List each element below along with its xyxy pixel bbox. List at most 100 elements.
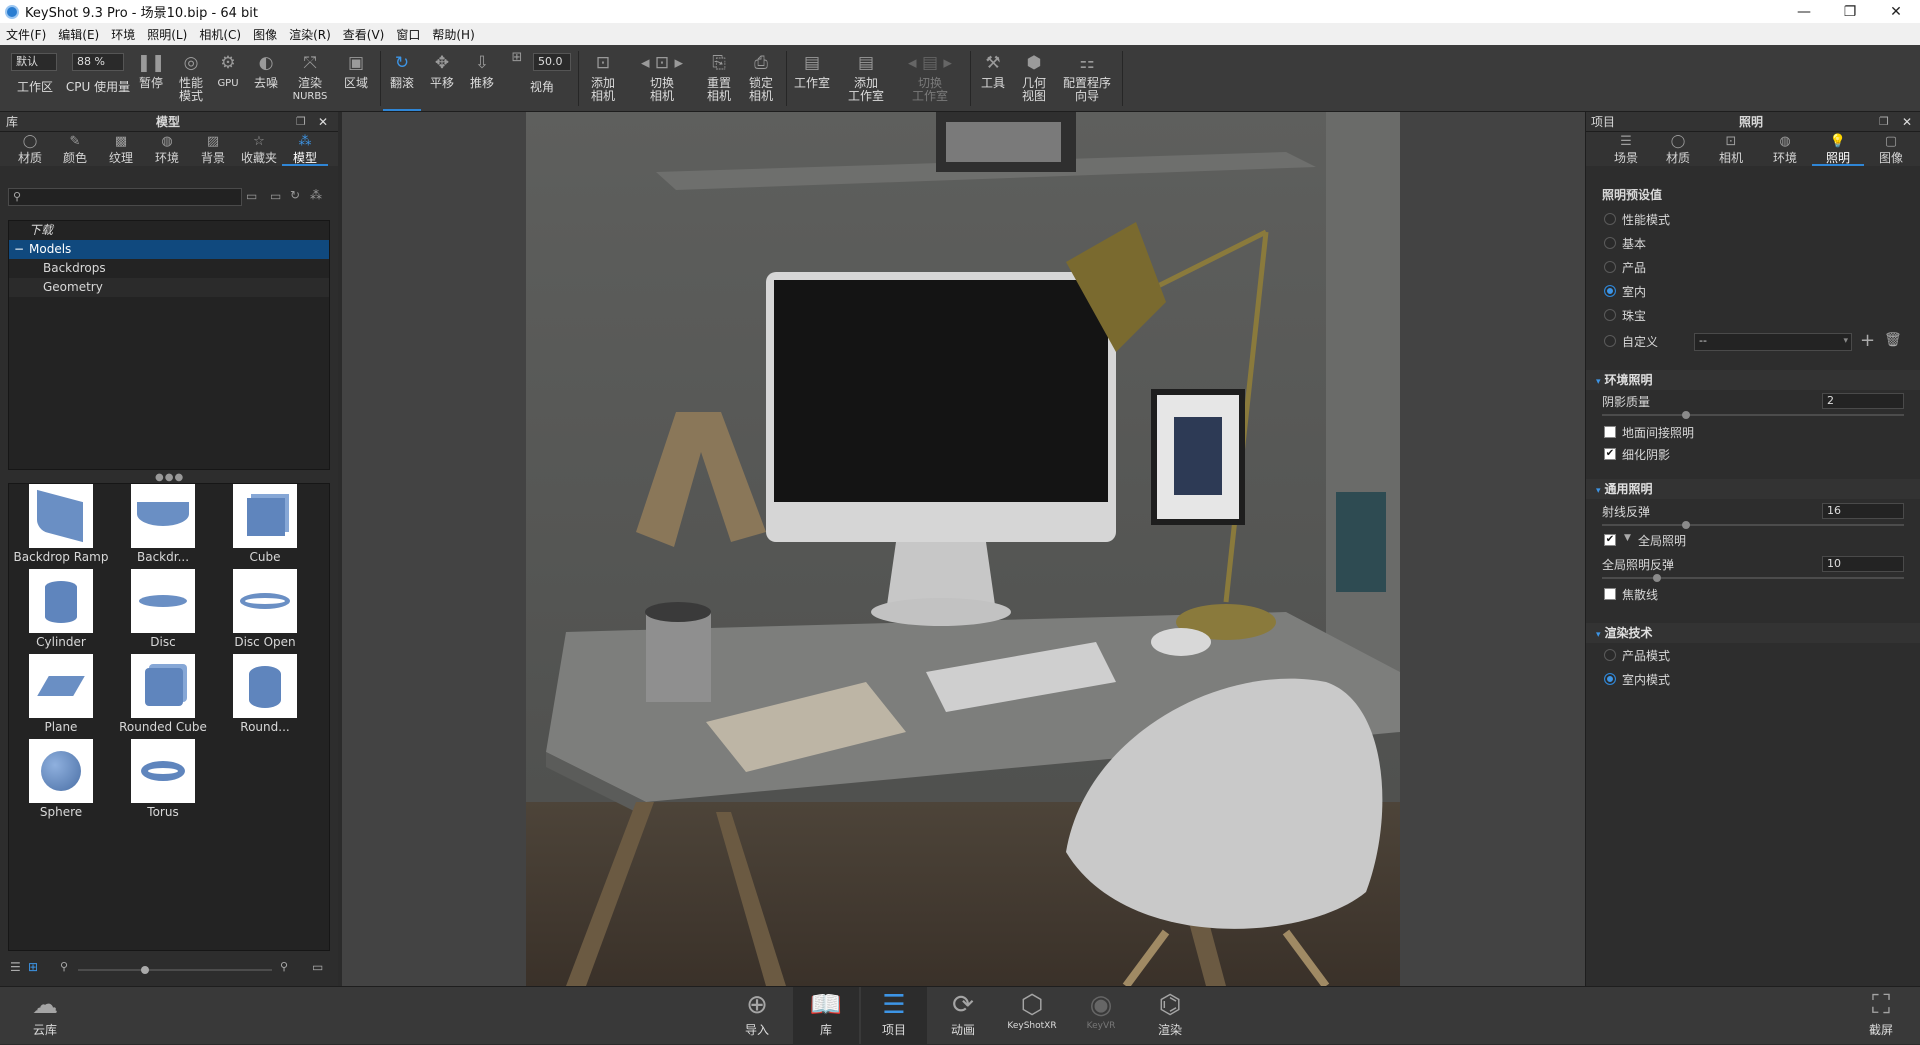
preset-jewelry[interactable]: 珠宝: [1586, 304, 1920, 328]
preset-performance[interactable]: 性能模式: [1586, 208, 1920, 232]
add-camera-button[interactable]: ⊡ 添加 相机: [584, 45, 622, 111]
region-button[interactable]: ▣ 区域: [339, 45, 373, 111]
render-nurbs-button[interactable]: ⤧ 渲染 NURBS: [290, 45, 330, 111]
folder-open-icon[interactable]: ▭: [312, 960, 323, 974]
environment-lighting-header[interactable]: ▾ 环境照明: [1586, 370, 1920, 390]
tumble-button[interactable]: ↻ 翻滚: [383, 45, 421, 111]
close-button[interactable]: ✕: [1873, 0, 1919, 23]
folder-icon[interactable]: ▭: [246, 189, 257, 203]
menu-window[interactable]: 窗口: [390, 26, 426, 43]
gi-bounces-slider[interactable]: [1602, 577, 1904, 579]
tree-item-geometry[interactable]: Geometry: [9, 278, 329, 297]
preset-radio[interactable]: [1604, 261, 1616, 273]
denoise-button[interactable]: ◐ 去噪: [249, 45, 283, 111]
library-button[interactable]: 📖 库: [793, 987, 859, 1045]
general-lighting-header[interactable]: ▾ 通用照明: [1586, 479, 1920, 499]
close-panel-icon[interactable]: ✕: [318, 115, 328, 129]
screenshot-button[interactable]: ⛶ 截屏: [1848, 987, 1914, 1045]
render-mode-radio[interactable]: [1604, 649, 1616, 661]
preset-radio[interactable]: [1604, 309, 1616, 321]
import-button[interactable]: ⊕ 导入: [724, 987, 790, 1045]
fov-input[interactable]: 50.0: [533, 53, 571, 71]
render-button[interactable]: ⌬ 渲染: [1137, 987, 1203, 1045]
keyshotxr-button[interactable]: ⬡ KeyShotXR: [999, 987, 1065, 1045]
tab-backplates[interactable]: ▨ 背景: [190, 132, 236, 166]
cpu-usage-select[interactable]: 88 %: [72, 53, 124, 71]
preset-radio-selected[interactable]: [1604, 285, 1616, 297]
render-viewport[interactable]: [342, 112, 1585, 986]
model-tile[interactable]: Plane: [11, 654, 111, 739]
grid-view-icon[interactable]: ⊞: [28, 960, 38, 974]
geometry-view-button[interactable]: ⬢ 几何 视图: [1016, 45, 1052, 111]
menu-edit[interactable]: 编辑(E): [52, 26, 105, 43]
pan-button[interactable]: ✥ 平移: [425, 45, 459, 111]
preset-basic[interactable]: 基本: [1586, 232, 1920, 256]
menu-view[interactable]: 查看(V): [337, 26, 391, 43]
close-panel-icon[interactable]: ✕: [1902, 115, 1912, 129]
shadow-quality-slider[interactable]: [1602, 414, 1904, 416]
pause-button[interactable]: ❚❚ 暂停: [134, 45, 168, 111]
undock-icon[interactable]: ❐: [1879, 115, 1889, 128]
library-search-input[interactable]: ⚲: [8, 188, 242, 206]
tab-materials[interactable]: ◯ 材质: [8, 132, 52, 166]
ray-bounces-slider[interactable]: [1602, 524, 1904, 526]
switch-camera-button[interactable]: ◂ ⊡ ▸ 切换 相机: [634, 45, 690, 111]
tab-favorites[interactable]: ☆ 收藏夹: [236, 132, 282, 166]
tab-textures[interactable]: ▩ 纹理: [98, 132, 144, 166]
product-mode-row[interactable]: 产品模式: [1586, 643, 1920, 667]
menu-render[interactable]: 渲染(R): [283, 26, 337, 43]
tab-models[interactable]: ⁂ 模型: [282, 132, 328, 166]
preset-product[interactable]: 产品: [1586, 256, 1920, 280]
gi-bounces-input[interactable]: 10: [1822, 556, 1904, 572]
restore-button[interactable]: ❐: [1827, 0, 1873, 23]
model-tile[interactable]: Backdrop Ramp: [11, 484, 111, 569]
model-tile[interactable]: Rounded Cube: [113, 654, 213, 739]
splitter-handle[interactable]: ●●●: [155, 472, 184, 483]
tab-image[interactable]: ▢ 图像: [1864, 132, 1918, 166]
tools-button[interactable]: ⚒ 工具: [976, 45, 1010, 111]
collapse-icon[interactable]: −: [14, 240, 24, 259]
menu-file[interactable]: 文件(F): [0, 26, 52, 43]
model-tile[interactable]: Round...: [215, 654, 315, 739]
global-illumination-checkbox[interactable]: ✔: [1604, 534, 1616, 546]
render-technique-header[interactable]: ▾ 渲染技术: [1586, 623, 1920, 643]
render-mode-radio-selected[interactable]: [1604, 673, 1616, 685]
preset-custom[interactable]: 自定义 -- ▾ + 🗑: [1586, 328, 1920, 356]
switch-studio-button[interactable]: ◂ ▤ ▸ 切换 工作室: [900, 45, 960, 111]
thumbnail-size-knob[interactable]: [141, 966, 149, 974]
tab-material[interactable]: ◯ 材质: [1652, 132, 1704, 166]
model-tile[interactable]: Disc: [113, 569, 213, 654]
shadow-quality-input[interactable]: 2: [1822, 393, 1904, 409]
tab-scene[interactable]: ☰ 场景: [1600, 132, 1652, 166]
gi-bounces-knob[interactable]: [1653, 574, 1661, 582]
tab-environments[interactable]: ◍ 环境: [144, 132, 190, 166]
tree-item-downloads[interactable]: 下载: [9, 221, 329, 240]
tab-colors[interactable]: ✎ 颜色: [52, 132, 98, 166]
menu-help[interactable]: 帮助(H): [426, 26, 480, 43]
preset-interior[interactable]: 室内: [1586, 280, 1920, 304]
model-tile[interactable]: Disc Open: [215, 569, 315, 654]
delete-preset-icon[interactable]: 🗑: [1884, 332, 1902, 348]
menu-environment[interactable]: 环境: [105, 26, 141, 43]
custom-preset-dropdown[interactable]: -- ▾: [1694, 333, 1852, 351]
undock-icon[interactable]: ❐: [296, 115, 306, 128]
cloud-sync-icon[interactable]: ⁂: [310, 188, 322, 202]
studio-button[interactable]: ▤ 工作室: [790, 45, 834, 111]
cloud-library-button[interactable]: ☁ 云库: [12, 987, 78, 1045]
menu-lighting[interactable]: 照明(L): [141, 26, 193, 43]
caustics-checkbox[interactable]: [1604, 588, 1616, 600]
workspace-select[interactable]: 默认: [11, 53, 57, 71]
shadow-quality-knob[interactable]: [1682, 411, 1690, 419]
gpu-button[interactable]: ⚙ GPU: [213, 45, 243, 111]
model-tile[interactable]: Backdr...: [113, 484, 213, 569]
project-button[interactable]: ☰ 项目: [861, 987, 927, 1045]
dolly-button[interactable]: ⇩ 推移: [465, 45, 499, 111]
refresh-icon[interactable]: ↻: [290, 188, 300, 202]
tree-item-backdrops[interactable]: Backdrops: [9, 259, 329, 278]
add-preset-icon[interactable]: +: [1860, 330, 1875, 351]
model-tile[interactable]: Cube: [215, 484, 315, 569]
preset-radio[interactable]: [1604, 237, 1616, 249]
preset-radio[interactable]: [1604, 335, 1616, 347]
minimize-button[interactable]: —: [1781, 0, 1827, 23]
list-view-icon[interactable]: ☰: [10, 960, 21, 974]
